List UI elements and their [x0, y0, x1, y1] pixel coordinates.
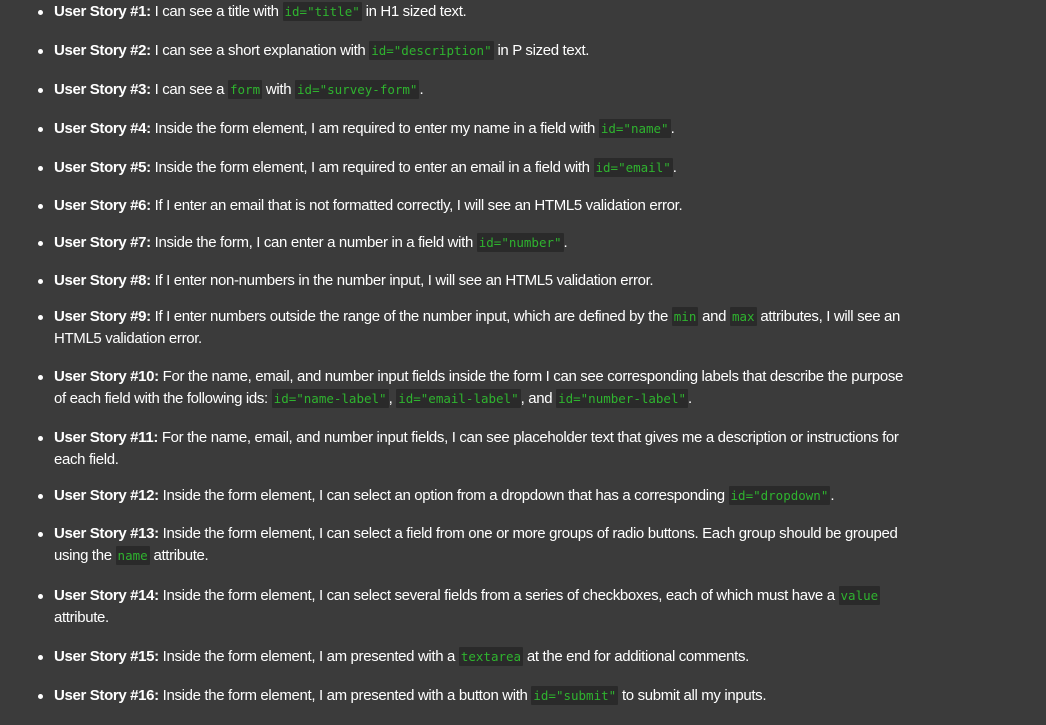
- story-text: in P sized text.: [493, 42, 590, 59]
- story-text: Inside the form element, I am presented …: [162, 687, 532, 704]
- user-story-11: User Story #11: For the name, email, and…: [38, 427, 984, 471]
- story-text: to submit all my inputs.: [618, 687, 767, 704]
- user-story-14: User Story #14: Inside the form element,…: [38, 585, 984, 629]
- code-form: form: [228, 80, 263, 99]
- story-label: User Story #7:: [54, 234, 151, 251]
- story-text: using the: [54, 547, 116, 564]
- story-label: User Story #4:: [54, 120, 151, 137]
- story-text: and: [698, 308, 730, 325]
- user-story-8: User Story #8: If I enter non-numbers in…: [38, 270, 984, 292]
- story-text: Inside the form element, I can select se…: [162, 587, 839, 604]
- story-label: User Story #2:: [54, 42, 151, 59]
- code-max: max: [729, 307, 757, 326]
- story-text: HTML5 validation error.: [54, 330, 202, 347]
- user-story-1: User Story #1: I can see a title with id…: [38, 1, 984, 23]
- story-label: User Story #15:: [54, 648, 159, 665]
- code-id-submit: id="submit": [531, 686, 619, 705]
- story-label: User Story #6:: [54, 197, 151, 214]
- story-text: Inside the form element, I am required t…: [154, 120, 599, 137]
- story-text: of each field with the following ids:: [54, 390, 272, 407]
- code-id-name-label: id="name-label": [271, 389, 389, 408]
- user-story-4: User Story #4: Inside the form element, …: [38, 118, 984, 140]
- code-id-email-label: id="email-label": [396, 389, 521, 408]
- story-text: Inside the form element, I am presented …: [162, 648, 459, 665]
- user-story-12: User Story #12: Inside the form element,…: [38, 485, 984, 507]
- user-story-5: User Story #5: Inside the form element, …: [38, 157, 984, 179]
- story-text: .: [688, 390, 692, 407]
- story-text: attribute.: [54, 609, 109, 626]
- story-text: .: [672, 159, 677, 176]
- story-text: .: [563, 234, 568, 251]
- code-name: name: [115, 546, 150, 565]
- code-id-dropdown: id="dropdown": [728, 486, 831, 505]
- story-text: , and: [520, 390, 557, 407]
- user-story-10: User Story #10: For the name, email, and…: [38, 366, 984, 410]
- user-story-16: User Story #16: Inside the form element,…: [38, 685, 984, 707]
- story-label: User Story #14:: [54, 587, 159, 604]
- code-id-title: id="title": [282, 2, 362, 21]
- code-id-email: id="email": [593, 158, 673, 177]
- story-label: User Story #8:: [54, 272, 151, 289]
- code-textarea: textarea: [458, 647, 524, 666]
- story-text: attributes, I will see an: [756, 308, 901, 325]
- story-text: Inside the form element, I can select an…: [162, 487, 729, 504]
- story-text: For the name, email, and number input fi…: [162, 368, 904, 385]
- story-text: I can see a short explanation with: [154, 42, 370, 59]
- story-text: Inside the form element, I can select a …: [162, 525, 898, 542]
- story-label: User Story #10:: [54, 368, 159, 385]
- user-story-7: User Story #7: Inside the form, I can en…: [38, 232, 984, 254]
- code-id-number-label: id="number-label": [556, 389, 688, 408]
- story-text: For the name, email, and number input fi…: [161, 429, 899, 446]
- user-story-3: User Story #3: I can see a form with id=…: [38, 79, 984, 101]
- code-id-survey-form: id="survey-form": [295, 80, 420, 99]
- story-text: .: [419, 81, 424, 98]
- user-story-6: User Story #6: If I enter an email that …: [38, 195, 984, 217]
- code-id-number: id="number": [476, 233, 564, 252]
- story-label: User Story #1:: [54, 3, 151, 20]
- story-text: in H1 sized text.: [361, 3, 467, 20]
- code-id-name: id="name": [598, 119, 671, 138]
- code-min: min: [671, 307, 699, 326]
- story-label: User Story #13:: [54, 525, 159, 542]
- story-text: I can see a title with: [154, 3, 283, 20]
- story-text: If I enter non-numbers in the number inp…: [154, 272, 654, 289]
- story-label: User Story #12:: [54, 487, 159, 504]
- story-text: .: [830, 487, 835, 504]
- story-text: Inside the form, I can enter a number in…: [154, 234, 477, 251]
- user-story-15: User Story #15: Inside the form element,…: [38, 646, 984, 668]
- code-id-description: id="description": [369, 41, 494, 60]
- story-text: attribute.: [149, 547, 209, 564]
- story-text: If I enter an email that is not formatte…: [154, 197, 683, 214]
- story-text: I can see a: [154, 81, 228, 98]
- story-label: User Story #9:: [54, 308, 151, 325]
- user-story-2: User Story #2: I can see a short explana…: [38, 40, 984, 62]
- story-label: User Story #3:: [54, 81, 151, 98]
- user-story-9: User Story #9: If I enter numbers outsid…: [38, 306, 984, 350]
- story-text: each field.: [54, 451, 119, 468]
- story-text: If I enter numbers outside the range of …: [154, 308, 672, 325]
- code-value: value: [838, 586, 881, 605]
- story-label: User Story #16:: [54, 687, 159, 704]
- story-text: with: [262, 81, 296, 98]
- user-story-13: User Story #13: Inside the form element,…: [38, 523, 984, 567]
- story-text: .: [670, 120, 675, 137]
- story-text: Inside the form element, I am required t…: [154, 159, 594, 176]
- story-label: User Story #11:: [54, 429, 158, 446]
- story-text: at the end for additional comments.: [523, 648, 749, 665]
- story-label: User Story #5:: [54, 159, 151, 176]
